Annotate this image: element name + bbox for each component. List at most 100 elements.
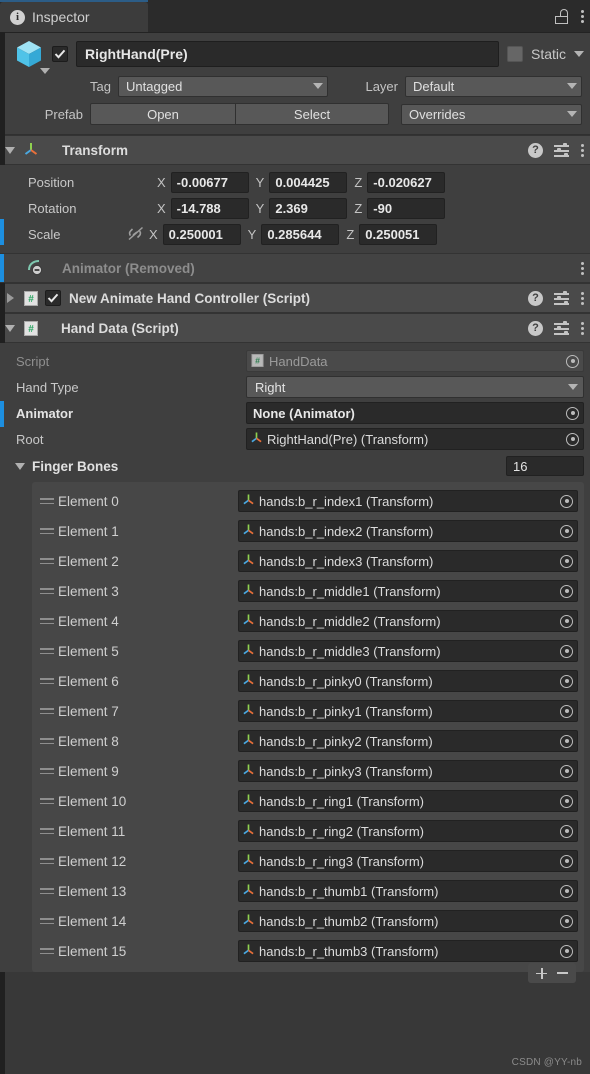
static-dropdown-chevron-down-icon[interactable]: [574, 51, 584, 57]
element-object-field[interactable]: hands:b_r_ring3 (Transform): [238, 850, 578, 872]
object-picker-icon[interactable]: [558, 493, 575, 509]
object-picker-icon[interactable]: [558, 703, 575, 719]
position-x-input[interactable]: -0.00677: [170, 171, 249, 193]
drag-handle-icon[interactable]: [36, 738, 58, 744]
rotation-z-input[interactable]: -90: [367, 197, 446, 219]
position-z-input[interactable]: -0.020627: [367, 171, 446, 193]
object-picker-icon[interactable]: [558, 913, 575, 929]
component-header-animate-hand-controller[interactable]: # New Animate Hand Controller (Script) ?: [0, 283, 590, 313]
object-picker-icon[interactable]: [558, 673, 575, 689]
help-icon[interactable]: ?: [528, 142, 543, 158]
rotation-x-input[interactable]: -14.788: [170, 197, 249, 219]
gameobject-enabled-checkbox[interactable]: [52, 46, 68, 62]
object-picker-icon[interactable]: [558, 853, 575, 869]
drag-handle-icon[interactable]: [36, 708, 58, 714]
drag-handle-icon[interactable]: [36, 948, 58, 954]
scale-x-input[interactable]: 0.250001: [162, 223, 241, 245]
transform-position-row: Position X -0.00677 Y 0.004425 Z -0.0206…: [0, 169, 590, 195]
object-picker-icon[interactable]: [564, 405, 581, 421]
remove-element-button[interactable]: [557, 972, 568, 974]
component-header-hand-data[interactable]: # Hand Data (Script) ?: [0, 313, 590, 343]
prefab-cube-icon[interactable]: [6, 39, 52, 74]
element-object-field[interactable]: hands:b_r_ring1 (Transform): [238, 790, 578, 812]
rotation-y-input[interactable]: 2.369: [269, 197, 348, 219]
drag-handle-icon[interactable]: [36, 558, 58, 564]
prefab-override-marker: [0, 254, 4, 282]
finger-bones-foldout-toggle[interactable]: [12, 462, 28, 470]
object-picker-icon[interactable]: [558, 523, 575, 539]
gameobject-name-input[interactable]: RightHand(Pre): [76, 41, 499, 67]
drag-handle-icon[interactable]: [36, 498, 58, 504]
component-header-animator-removed[interactable]: Animator (Removed): [0, 253, 590, 283]
element-object-field[interactable]: hands:b_r_pinky3 (Transform): [238, 760, 578, 782]
element-object-field[interactable]: hands:b_r_index2 (Transform): [238, 520, 578, 542]
drag-handle-icon[interactable]: [36, 768, 58, 774]
element-object-field[interactable]: hands:b_r_thumb1 (Transform): [238, 880, 578, 902]
broken-link-icon[interactable]: [126, 226, 146, 242]
element-index-label: Element 8: [58, 733, 119, 749]
component-header-transform[interactable]: Transform ?: [0, 135, 590, 165]
element-object-field[interactable]: hands:b_r_middle1 (Transform): [238, 580, 578, 602]
help-icon[interactable]: ?: [528, 320, 543, 336]
lock-icon[interactable]: [555, 8, 568, 24]
drag-handle-icon[interactable]: [36, 798, 58, 804]
object-picker-icon[interactable]: [558, 553, 575, 569]
drag-handle-icon[interactable]: [36, 858, 58, 864]
object-picker-icon[interactable]: [558, 943, 575, 959]
prefab-select-button[interactable]: Select: [236, 103, 389, 125]
object-picker-icon[interactable]: [558, 823, 575, 839]
animator-object-field[interactable]: None (Animator): [246, 402, 584, 424]
element-object-field[interactable]: hands:b_r_ring2 (Transform): [238, 820, 578, 842]
position-y-input[interactable]: 0.004425: [269, 171, 348, 193]
drag-handle-icon[interactable]: [36, 678, 58, 684]
layer-dropdown[interactable]: Default: [405, 75, 582, 97]
prefab-overrides-dropdown[interactable]: Overrides: [401, 103, 582, 125]
tab-inspector[interactable]: i Inspector: [0, 2, 148, 32]
element-object-field[interactable]: hands:b_r_pinky0 (Transform): [238, 670, 578, 692]
element-object-field[interactable]: hands:b_r_thumb3 (Transform): [238, 940, 578, 962]
object-picker-icon[interactable]: [558, 583, 575, 599]
preset-icon[interactable]: [554, 291, 569, 305]
element-object-field[interactable]: hands:b_r_middle3 (Transform): [238, 640, 578, 662]
object-picker-icon[interactable]: [558, 883, 575, 899]
scale-z-input[interactable]: 0.250051: [359, 223, 438, 245]
element-object-field[interactable]: hands:b_r_pinky1 (Transform): [238, 700, 578, 722]
transform-axis-icon: [241, 582, 256, 600]
add-element-button[interactable]: [536, 967, 547, 979]
object-picker-icon[interactable]: [558, 793, 575, 809]
help-icon[interactable]: ?: [528, 290, 543, 306]
preset-icon[interactable]: [554, 321, 569, 335]
kebab-menu-icon[interactable]: [580, 261, 584, 275]
scale-y-input[interactable]: 0.285644: [261, 223, 340, 245]
object-picker-icon[interactable]: [564, 431, 581, 447]
kebab-menu-icon[interactable]: [580, 291, 584, 305]
drag-handle-icon[interactable]: [36, 918, 58, 924]
drag-handle-icon[interactable]: [36, 588, 58, 594]
prefab-open-button[interactable]: Open: [90, 103, 236, 125]
hand-type-dropdown[interactable]: Right: [246, 376, 584, 398]
drag-handle-icon[interactable]: [36, 828, 58, 834]
kebab-menu-icon[interactable]: [580, 9, 584, 23]
finger-bones-header[interactable]: Finger Bones 16: [0, 452, 590, 480]
preset-icon[interactable]: [554, 143, 569, 157]
object-picker-icon[interactable]: [558, 643, 575, 659]
drag-handle-icon[interactable]: [36, 618, 58, 624]
element-object-field[interactable]: hands:b_r_pinky2 (Transform): [238, 730, 578, 752]
root-object-field[interactable]: RightHand(Pre) (Transform): [246, 428, 584, 450]
element-object-field[interactable]: hands:b_r_index1 (Transform): [238, 490, 578, 512]
kebab-menu-icon[interactable]: [580, 321, 584, 335]
element-object-field[interactable]: hands:b_r_thumb2 (Transform): [238, 910, 578, 932]
tag-dropdown[interactable]: Untagged: [118, 75, 328, 97]
object-picker-icon[interactable]: [558, 733, 575, 749]
object-picker-icon[interactable]: [558, 763, 575, 779]
drag-handle-icon[interactable]: [36, 888, 58, 894]
drag-handle-icon[interactable]: [36, 648, 58, 654]
kebab-menu-icon[interactable]: [580, 143, 584, 157]
object-picker-icon[interactable]: [558, 613, 575, 629]
finger-bones-size-input[interactable]: 16: [506, 456, 584, 476]
element-object-field[interactable]: hands:b_r_middle2 (Transform): [238, 610, 578, 632]
drag-handle-icon[interactable]: [36, 528, 58, 534]
static-checkbox[interactable]: [506, 46, 523, 62]
animate-hand-controller-enabled-checkbox[interactable]: [45, 290, 61, 306]
element-object-field[interactable]: hands:b_r_index3 (Transform): [238, 550, 578, 572]
